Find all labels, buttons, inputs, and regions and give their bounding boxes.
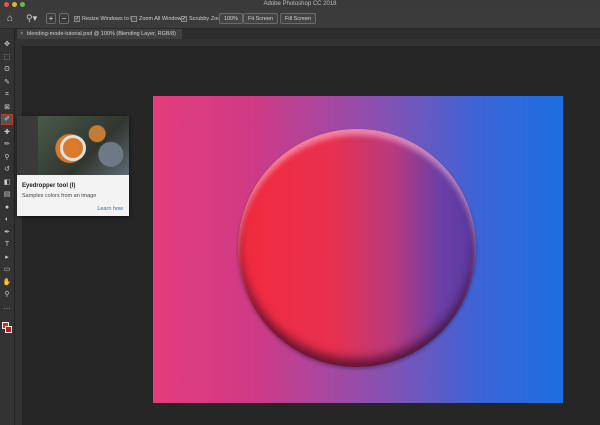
frame-tool-icon[interactable]: ⊠: [2, 103, 12, 112]
healing-brush-tool-icon[interactable]: ✚: [2, 128, 12, 137]
eyedropper-tool-icon[interactable]: ✐: [1, 114, 13, 125]
title-bar: Adobe Photoshop CC 2018: [0, 0, 600, 9]
tools-panel: ✥ ⬚ ʘ ✎ ⌗ ⊠ ✐ ✚ ✏ ⚲ ↺ ◧ ▤ ● ◐ ✒ T ▸ ▭ ✋ ⚲ …: [0, 29, 15, 425]
history-brush-tool-icon[interactable]: ↺: [2, 165, 12, 174]
learn-how-link[interactable]: Learn how: [97, 206, 123, 212]
eyedropper-loupe-icon: [60, 135, 86, 161]
close-tab-icon[interactable]: ×: [20, 29, 23, 39]
pen-tool-icon[interactable]: ✒: [2, 228, 12, 237]
resize-windows-checkbox[interactable]: ✓ Resize Windows to Fit: [74, 14, 136, 23]
brush-tool-icon[interactable]: ✏: [2, 140, 12, 149]
tooltip-preview-image: [38, 116, 129, 175]
editbar-tool-icon[interactable]: …: [2, 303, 12, 312]
fill-screen-button[interactable]: Fill Screen: [280, 13, 316, 24]
resize-windows-label: Resize Windows to Fit: [82, 15, 137, 22]
tooltip-description: Samples colors from an image: [22, 193, 97, 199]
crop-tool-icon[interactable]: ⌗: [2, 90, 12, 99]
dodge-tool-icon[interactable]: ◐: [2, 215, 12, 224]
percent-100-button[interactable]: 100%: [219, 13, 244, 24]
document-tab[interactable]: × blending-mode-tutorial.psd @ 100% (Ble…: [17, 29, 182, 39]
hand-tool-icon[interactable]: ✋: [2, 278, 12, 287]
clone-stamp-tool-icon[interactable]: ⚲: [2, 153, 12, 162]
checkbox-checked-icon: ✓: [74, 15, 80, 22]
horizontal-ruler[interactable]: [15, 39, 600, 47]
type-tool-icon[interactable]: T: [2, 240, 12, 249]
lasso-tool-icon[interactable]: ʘ: [2, 65, 12, 74]
home-icon[interactable]: ⌂: [4, 13, 16, 24]
document-tab-bar: × blending-mode-tutorial.psd @ 100% (Ble…: [15, 29, 600, 39]
zoom-all-windows-checkbox[interactable]: Zoom All Windows: [131, 14, 184, 23]
move-tool-icon[interactable]: ✥: [2, 40, 12, 49]
zoom-all-windows-label: Zoom All Windows: [139, 15, 185, 22]
vertical-ruler[interactable]: [15, 46, 23, 425]
app-title: Adobe Photoshop CC 2018: [263, 1, 337, 7]
marquee-tool-icon[interactable]: ⬚: [2, 53, 12, 62]
tooltip-tools-strip: [17, 116, 38, 175]
shape-tool-icon[interactable]: ▭: [2, 265, 12, 274]
canvas-document[interactable]: [153, 96, 563, 403]
circle-button-shape[interactable]: [238, 129, 476, 367]
quick-select-tool-icon[interactable]: ✎: [2, 78, 12, 87]
tooltip-title: Eyedropper tool (I): [22, 183, 76, 189]
zoom-in-button[interactable]: +: [46, 13, 56, 24]
checkbox-checked-icon: ✓: [181, 15, 187, 22]
checkbox-unchecked-icon: [131, 15, 137, 22]
zoom-out-button[interactable]: −: [59, 13, 69, 24]
fit-screen-button[interactable]: Fit Screen: [243, 13, 279, 24]
gradient-tool-icon[interactable]: ▤: [2, 190, 12, 199]
document-tab-label: blending-mode-tutorial.psd @ 100% (Blend…: [27, 31, 176, 37]
eyedropper-tooltip: Eyedropper tool (I) Samples colors from …: [17, 116, 129, 216]
background-color-swatch[interactable]: [5, 326, 12, 333]
zoom-tool-icon[interactable]: ⚲▾: [26, 13, 42, 24]
blur-tool-icon[interactable]: ●: [2, 203, 12, 212]
options-bar: ⌂ ⚲▾ + − ✓ Resize Windows to Fit Zoom Al…: [0, 9, 600, 29]
eraser-tool-icon[interactable]: ◧: [2, 178, 12, 187]
zoom-tool-icon[interactable]: ⚲: [2, 290, 12, 299]
path-select-tool-icon[interactable]: ▸: [2, 253, 12, 262]
